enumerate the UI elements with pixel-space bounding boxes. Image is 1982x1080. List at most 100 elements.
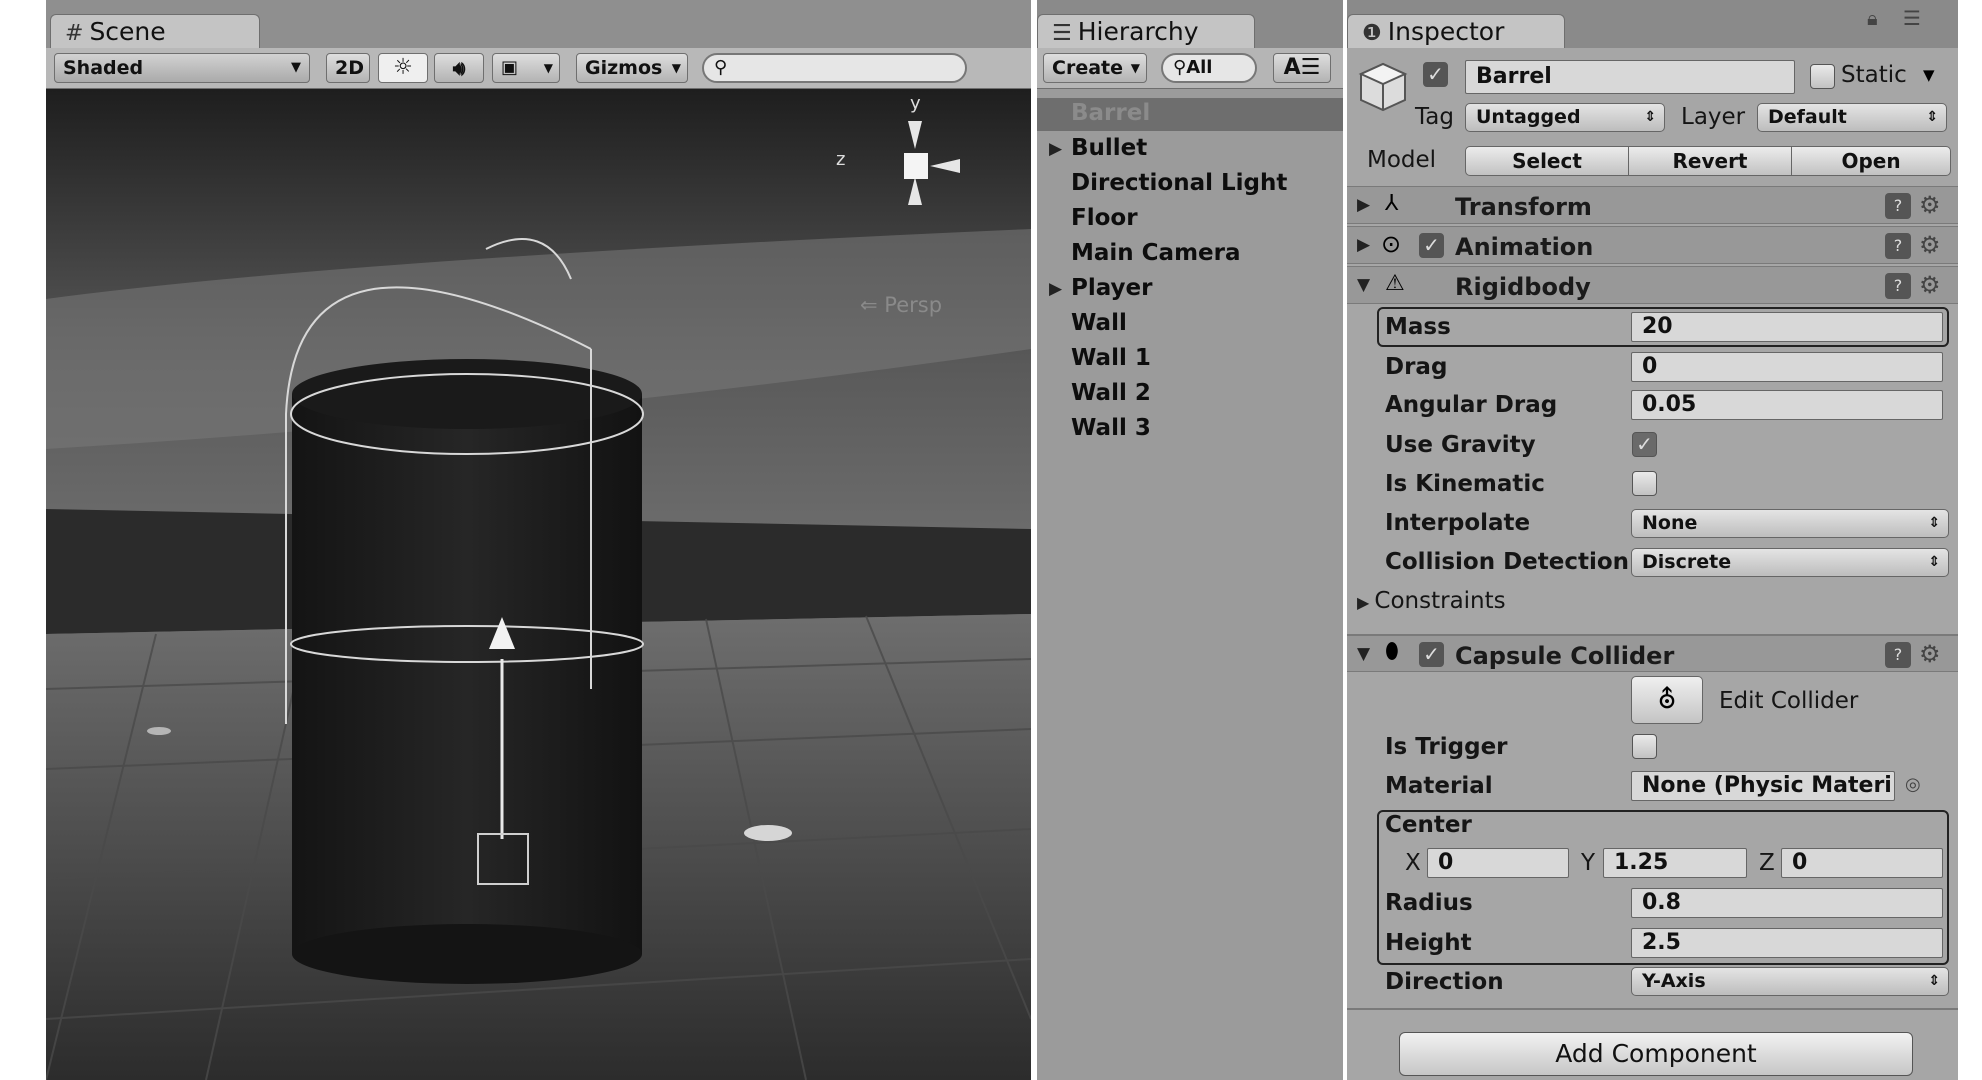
object-name-input[interactable]: Barrel xyxy=(1465,60,1795,94)
animation-enabled-checkbox[interactable]: ✓ xyxy=(1419,233,1444,258)
drag-label: Drag xyxy=(1385,354,1448,380)
direction-dropdown[interactable]: Y-Axis ⇕ xyxy=(1631,967,1949,996)
scene-tabbar: # Scene xyxy=(46,0,1031,48)
gear-icon[interactable]: ⚙ xyxy=(1919,191,1941,219)
hierarchy-item[interactable]: Wall 2 xyxy=(1037,378,1343,411)
hierarchy-item[interactable]: Wall xyxy=(1037,308,1343,341)
gear-icon[interactable]: ⚙ xyxy=(1919,231,1941,259)
lock-icon[interactable]: 🔒︎ xyxy=(1867,6,1878,30)
height-input[interactable]: 2.5 xyxy=(1631,928,1943,958)
rigidbody-component-header[interactable]: ▼ ⚠ Rigidbody ? ⚙ xyxy=(1347,266,1958,304)
chevron-down-icon: ▼ xyxy=(1130,61,1140,75)
center-z-label: Z xyxy=(1759,850,1775,876)
expand-arrow-icon: ▶ xyxy=(1357,593,1370,612)
collision-detection-label: Collision Detection xyxy=(1385,549,1630,575)
shading-mode-dropdown[interactable]: Shaded ▼ xyxy=(54,53,310,83)
create-dropdown[interactable]: Create ▼ xyxy=(1043,53,1147,83)
angular-drag-input[interactable]: 0.05 xyxy=(1631,390,1943,420)
help-icon[interactable]: ? xyxy=(1885,233,1911,259)
sort-icon[interactable]: A☰ xyxy=(1273,53,1331,83)
capsule-collider-enabled-checkbox[interactable]: ✓ xyxy=(1419,642,1444,667)
menu-icon[interactable]: ☰ xyxy=(1903,6,1921,30)
chevron-down-icon: ▼ xyxy=(543,61,553,75)
hierarchy-item[interactable]: Directional Light xyxy=(1037,168,1343,201)
interpolate-dropdown[interactable]: None ⇕ xyxy=(1631,509,1949,538)
capsule-collider-component-header[interactable]: ▼ ⬮ ✓ Capsule Collider ? ⚙ xyxy=(1347,634,1958,672)
hierarchy-tabbar: ☰ Hierarchy xyxy=(1037,0,1343,48)
hierarchy-item[interactable]: ▶ Bullet xyxy=(1037,133,1343,166)
search-icon: ⚲ xyxy=(714,57,728,78)
updown-arrow-icon: ⇕ xyxy=(1644,109,1656,125)
orientation-gizmo[interactable]: y z xyxy=(836,93,966,223)
help-icon[interactable]: ? xyxy=(1885,273,1911,299)
is-trigger-checkbox[interactable] xyxy=(1632,734,1657,759)
gear-icon[interactable]: ⚙ xyxy=(1919,640,1941,668)
model-revert-button[interactable]: Revert xyxy=(1628,146,1792,176)
updown-arrow-icon: ⇕ xyxy=(1928,515,1940,531)
tab-inspector[interactable]: ❶ Inspector xyxy=(1347,14,1565,48)
rigidbody-icon: ⚠ xyxy=(1385,271,1405,296)
scene-viewport[interactable]: y z ⇐ Persp xyxy=(46,89,1031,1080)
audio-toggle-icon[interactable]: 🔊︎ xyxy=(434,53,484,83)
hierarchy-item-label: Barrel xyxy=(1071,100,1151,126)
material-field[interactable]: None (Physic Materi xyxy=(1631,771,1895,801)
tab-scene[interactable]: # Scene xyxy=(50,14,260,48)
mass-input[interactable]: 20 xyxy=(1631,312,1943,342)
model-select-button[interactable]: Select xyxy=(1465,146,1629,176)
expand-arrow-icon[interactable]: ▶ xyxy=(1049,139,1062,159)
effects-dropdown[interactable]: ▣ ▼ xyxy=(492,53,560,83)
hierarchy-item[interactable]: Wall 3 xyxy=(1037,413,1343,446)
collision-detection-dropdown[interactable]: Discrete ⇕ xyxy=(1631,548,1949,577)
tag-dropdown[interactable]: Untagged ⇕ xyxy=(1465,103,1665,132)
hierarchy-search-input[interactable]: ⚲All xyxy=(1161,53,1257,83)
center-y-input[interactable]: 1.25 xyxy=(1603,848,1747,878)
projection-label[interactable]: ⇐ Persp xyxy=(860,293,942,317)
radius-input[interactable]: 0.8 xyxy=(1631,888,1943,918)
transform-component-header[interactable]: ▶ ⅄ Transform ? ⚙ xyxy=(1347,186,1958,224)
hierarchy-item-label: Wall 1 xyxy=(1071,345,1151,371)
static-checkbox[interactable] xyxy=(1810,64,1835,89)
help-icon[interactable]: ? xyxy=(1885,642,1911,668)
constraints-foldout[interactable]: ▶ Constraints xyxy=(1357,588,1506,614)
material-label: Material xyxy=(1385,773,1493,799)
hierarchy-item[interactable]: Barrel xyxy=(1037,98,1343,131)
hierarchy-item[interactable]: Main Camera xyxy=(1037,238,1343,271)
hierarchy-item-label: Player xyxy=(1071,275,1153,301)
model-open-button[interactable]: Open xyxy=(1791,146,1951,176)
collapse-arrow-icon: ▼ xyxy=(1357,275,1371,295)
hierarchy-item[interactable]: Wall 1 xyxy=(1037,343,1343,376)
image-icon: ▣ xyxy=(501,57,519,78)
barrel-top xyxy=(292,359,642,429)
is-kinematic-checkbox[interactable] xyxy=(1632,471,1657,496)
animation-component-header[interactable]: ▶ ⊙ ✓ Animation ? ⚙ xyxy=(1347,226,1958,264)
hierarchy-item[interactable]: ▶ Player xyxy=(1037,273,1343,306)
static-dropdown-icon[interactable]: ▼ xyxy=(1923,66,1935,84)
hierarchy-item-label: Directional Light xyxy=(1071,170,1288,196)
expand-arrow-icon[interactable]: ▶ xyxy=(1049,279,1062,299)
hierarchy-item[interactable]: Floor xyxy=(1037,203,1343,236)
center-x-label: X xyxy=(1405,850,1421,876)
center-x-input[interactable]: 0 xyxy=(1427,848,1569,878)
edit-collider-icon: ⛢ xyxy=(1657,685,1677,715)
active-checkbox[interactable]: ✓ xyxy=(1423,62,1448,87)
inspector-panel: ❶ Inspector 🔒︎ ☰ ✓ Barrel Static ▼ Tag Un… xyxy=(1347,0,1958,1080)
is-kinematic-label: Is Kinematic xyxy=(1385,471,1545,497)
use-gravity-checkbox[interactable]: ✓ xyxy=(1632,432,1657,457)
collapse-arrow-icon: ▼ xyxy=(1357,644,1371,664)
mode-2d-toggle[interactable]: 2D xyxy=(326,53,370,83)
scene-search-input[interactable]: ⚲ xyxy=(702,53,967,83)
game-object-icon xyxy=(1353,56,1413,114)
gizmos-dropdown[interactable]: Gizmos ▼ xyxy=(576,53,688,83)
edit-collider-button[interactable]: ⛢ xyxy=(1631,676,1703,724)
center-z-input[interactable]: 0 xyxy=(1781,848,1943,878)
gear-icon[interactable]: ⚙ xyxy=(1919,271,1941,299)
layer-dropdown[interactable]: Default ⇕ xyxy=(1757,103,1947,132)
expand-arrow-icon: ▶ xyxy=(1357,195,1371,215)
axis-y-label: y xyxy=(910,93,921,114)
tab-hierarchy[interactable]: ☰ Hierarchy xyxy=(1037,14,1255,48)
lighting-toggle-icon[interactable]: ☼ xyxy=(378,53,428,83)
help-icon[interactable]: ? xyxy=(1885,193,1911,219)
drag-input[interactable]: 0 xyxy=(1631,352,1943,382)
add-component-button[interactable]: Add Component xyxy=(1399,1032,1913,1076)
object-picker-icon[interactable]: ◎ xyxy=(1905,774,1921,795)
